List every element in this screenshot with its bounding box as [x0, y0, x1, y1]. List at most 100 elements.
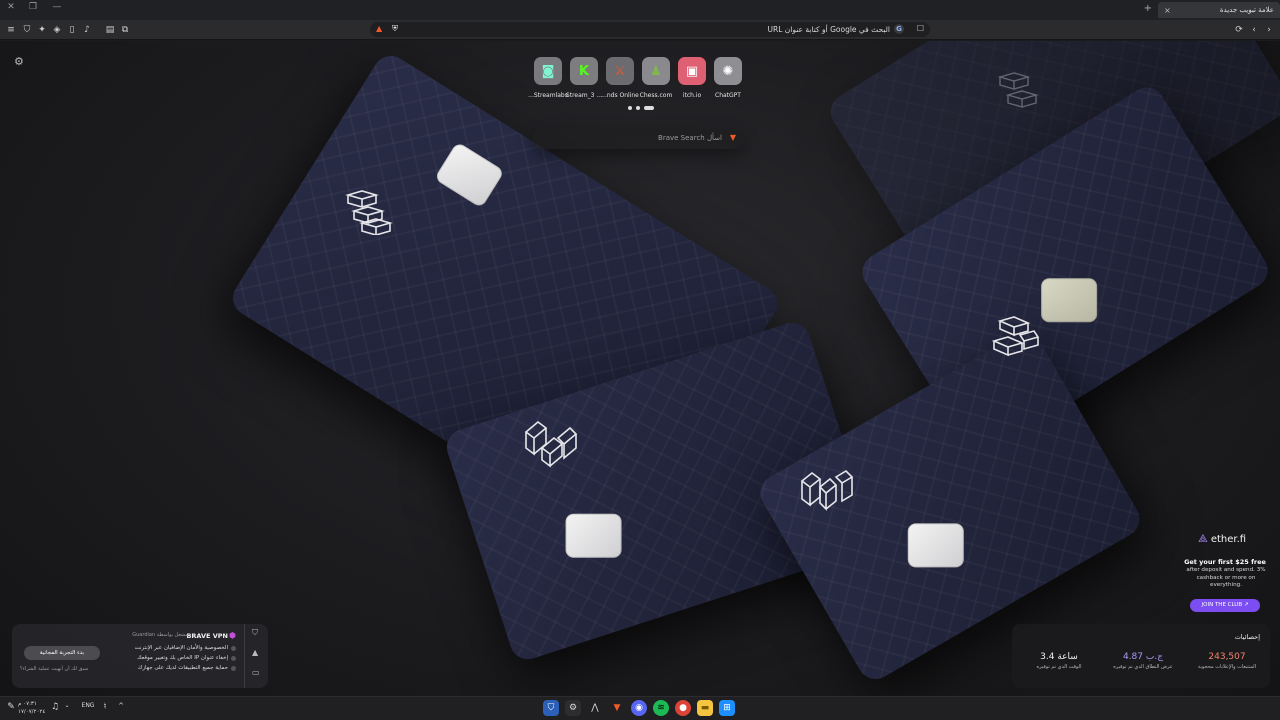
brave-search-icon: ▼ [729, 133, 736, 142]
top-site-label: Chess.com [639, 92, 673, 99]
ad-brand-name: ether.fi [1210, 533, 1247, 545]
card-chip [1041, 278, 1098, 323]
address-placeholder[interactable]: البحث في Google أو كتابة عنوان URL [768, 25, 890, 34]
top-site-label: ...nds Online [601, 92, 639, 99]
stat-label: عرض النطاق الذي تم توفيره [1113, 664, 1173, 670]
reload-icon[interactable]: ⟳ [1233, 24, 1245, 36]
discord-app-icon[interactable]: ◉ [631, 700, 647, 716]
pager-dot[interactable] [636, 106, 640, 110]
top-site-chatgpt[interactable]: ✺ ChatGPT [714, 57, 742, 99]
join-club-button[interactable]: JOIN THE CLUB ↗ [1190, 599, 1260, 612]
top-sites-pager [628, 106, 654, 110]
top-site-label: ChatGPT [715, 92, 741, 99]
top-site-kick[interactable]: K Stream_3 ... [566, 57, 602, 99]
notification-icon[interactable]: ✎ [4, 702, 18, 712]
vpn-feature: حماية جميع التطبيقات لديك على جهازك [137, 665, 228, 671]
stat-value: 4.87 ج.ب [1122, 652, 1164, 662]
etherfi-logo-icon: ⟁ [1198, 532, 1208, 545]
wallet-icon[interactable]: ◈ [51, 24, 63, 36]
top-site-streamlabs[interactable]: ◙ ...Streamlabs [528, 57, 568, 99]
pager-dot-active[interactable] [644, 106, 654, 110]
minimize-window-icon[interactable]: — [46, 2, 68, 12]
vpn-feature: الخصوصية والأمان الإضافيان عبر الإنترنت [134, 645, 228, 651]
menu-icon[interactable]: ≡ [5, 24, 17, 36]
top-site-chess[interactable]: ♟ Chess.com [640, 57, 672, 99]
language-indicator[interactable]: ENG [78, 702, 98, 709]
feature-bullet-icon [231, 646, 236, 651]
extensions-icon[interactable]: ✦ [36, 24, 48, 36]
brave-shield-icon[interactable]: ⛉ [21, 24, 33, 36]
card-chip [907, 523, 964, 568]
new-tab-page: ⚙ ✺ ChatGPT ▣ itch.io ♟ Chess.com ⚔ ...n… [0, 41, 1280, 696]
top-site-itchio[interactable]: ▣ itch.io [678, 57, 706, 99]
forward-icon[interactable]: › [1263, 24, 1275, 36]
already-purchased-link[interactable]: سبق لك أن أنهيت عملية الشراء؟ [20, 666, 88, 672]
ether-logo-icon [997, 72, 1039, 108]
stat-label: الوقت الذي تم توفيره [1036, 664, 1082, 670]
stats-title: إحصائيات [1234, 633, 1260, 641]
stat-time: 3.4 ساعة الوقت الذي تم توفيره [1022, 652, 1096, 670]
screenshot-icon[interactable]: ⧉ [119, 24, 131, 36]
media-icon[interactable]: ♪ [81, 24, 93, 36]
spotify-app-icon[interactable]: ≋ [653, 700, 669, 716]
bookmark-icon[interactable]: ☐ [917, 24, 924, 33]
address-bar[interactable]: ▲ ⛨ البحث في Google أو كتابة عنوان URL G… [370, 22, 930, 37]
google-icon: G [894, 24, 904, 34]
card-chip [565, 513, 622, 558]
chess-icon: ♟ [642, 57, 670, 85]
settings-gear-icon[interactable]: ⚙ [14, 55, 24, 68]
brave-rewards-icon[interactable]: ▲ [376, 24, 382, 33]
vpn-widget: BRAVE VPN ⬢ مشغل بواسطة Guardian الخصوصي… [12, 624, 268, 688]
file-explorer-icon[interactable]: ▬ [697, 700, 713, 716]
stat-value: 3.4 ساعة [1040, 652, 1078, 662]
chevron-down-icon[interactable]: ⌄ [60, 702, 74, 709]
ad-brand[interactable]: ⟁ ether.fi [1198, 532, 1246, 546]
microphone-icon[interactable]: ♮ [98, 702, 112, 712]
vpn-shield-icon[interactable]: ⛉ [252, 628, 258, 638]
clock-date: ١٧/٠٧/٢٠٢٤ [18, 709, 46, 715]
security-app-icon[interactable]: ⛉ [543, 700, 559, 716]
ad-body: after deposit and spend. 3% cashback or … [1186, 567, 1266, 588]
brave-search-box[interactable]: اسأل Brave Search ▼ [532, 129, 744, 149]
top-site-label: Stream_3 ... [565, 92, 603, 99]
tab-new-tab[interactable]: علامة تبويب جديدة × [1158, 2, 1280, 18]
sidebar-icon[interactable]: ▯ [66, 24, 78, 36]
start-menu-icon[interactable]: ⊞ [719, 700, 735, 716]
restore-window-icon[interactable]: ❐ [22, 2, 44, 12]
ether-logo-icon [992, 316, 1040, 357]
cards-icon[interactable]: ▭ [252, 668, 260, 677]
clock[interactable]: ٠٧:٣١ م ١٧/٠٧/٢٠٢٤ [18, 700, 45, 716]
top-site-label: itch.io [682, 92, 702, 99]
brave-app-icon[interactable]: ▼ [609, 700, 625, 716]
new-tab-button[interactable]: + [1144, 3, 1152, 14]
stats-widget: إحصائيات 243,507 المتتبعات والإعلانات مح… [1012, 624, 1270, 688]
clock-time: ٠٧:٣١ م [18, 701, 37, 707]
close-window-icon[interactable]: ✕ [0, 2, 22, 12]
tab-title: علامة تبويب جديدة [1219, 6, 1274, 14]
stat-bandwidth: 4.87 ج.ب عرض النطاق الذي تم توفيره [1106, 652, 1180, 670]
vpn-icon: ⬢ [229, 631, 236, 640]
rewards-triangle-icon[interactable]: ▲ [252, 648, 258, 657]
reader-icon[interactable]: ▤ [104, 24, 116, 36]
stat-trackers: 243,507 المتتبعات والإعلانات محجوبة [1190, 652, 1264, 670]
widget-switcher: ⛉ ▲ ▭ [244, 624, 268, 688]
shield-icon[interactable]: ⛨ [392, 24, 398, 34]
chrome-app-icon[interactable]: ● [675, 700, 691, 716]
pager-dot[interactable] [628, 106, 632, 110]
chevron-up-icon[interactable]: ^ [114, 702, 128, 710]
tab-strip: ✕ ❐ — + علامة تبويب جديدة × [0, 0, 1280, 20]
feature-bullet-icon [231, 666, 236, 671]
vector-app-icon[interactable]: ⋀ [587, 700, 603, 716]
ether-logo-icon [345, 190, 393, 235]
back-icon[interactable]: ‹ [1248, 24, 1260, 36]
top-site-label: ...Streamlabs [528, 92, 568, 99]
taskbar: ✎ ٠٧:٣١ م ١٧/٠٧/٢٠٢٤ ♫ ⌄ ENG ♮ ^ ⛉ ⚙ ⋀ ▼… [0, 696, 1280, 720]
vpn-subtitle: مشغل بواسطة Guardian [132, 632, 188, 638]
close-tab-icon[interactable]: × [1164, 6, 1171, 15]
top-site-game[interactable]: ⚔ ...nds Online [601, 57, 639, 99]
search-placeholder[interactable]: اسأل Brave Search [658, 134, 722, 142]
vpn-title: BRAVE VPN [186, 632, 228, 640]
start-trial-button[interactable]: بدء التجربة المجانية [24, 646, 100, 660]
settings-app-icon[interactable]: ⚙ [565, 700, 581, 716]
ether-logo-icon [524, 420, 578, 468]
